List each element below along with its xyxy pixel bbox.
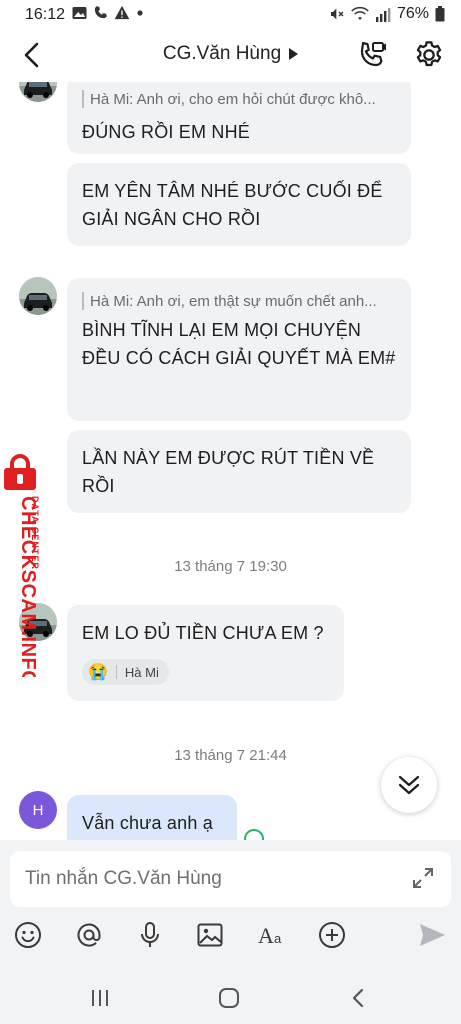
watermark-tagline: DATA CENTER	[30, 496, 40, 570]
microphone-icon	[141, 922, 159, 947]
avatar[interactable]	[19, 82, 57, 102]
message-text: EM YÊN TÂM NHÉ BƯỚC CUỐI ĐỂ GIẢI NGÂN CH…	[82, 181, 383, 229]
voice-button[interactable]	[133, 918, 167, 952]
call-button[interactable]	[356, 39, 388, 71]
back-nav-button[interactable]	[338, 981, 378, 1015]
message-bubble[interactable]: Hà Mi: Anh ơi, em thật sự muốn chết anh.…	[67, 278, 411, 421]
svg-text:A: A	[258, 923, 274, 948]
warning-icon	[114, 5, 130, 20]
status-right: 76%	[329, 5, 445, 23]
chat-header: CG.Văn Hùng	[0, 30, 461, 82]
settings-button[interactable]	[413, 39, 445, 71]
message-text: LẦN NÀY EM ĐƯỢC RÚT TIỀN VỀ RỒI	[82, 448, 375, 496]
my-avatar[interactable]: H	[19, 791, 57, 829]
gear-icon	[416, 41, 442, 67]
reaction-chip[interactable]: 😭 Hà Mi	[82, 659, 169, 685]
reply-quote[interactable]: Hà Mi: Anh ơi, cho em hỏi chút được khô.…	[82, 90, 396, 108]
date-divider: 13 tháng 7 19:30	[174, 558, 287, 575]
mute-icon	[330, 8, 344, 20]
text-format-icon: Aa	[258, 923, 282, 948]
message-text: EM LO ĐỦ TIỀN CHƯA EM ?	[82, 623, 324, 643]
back-nav-icon	[352, 988, 364, 1008]
double-chevron-down-icon	[398, 775, 420, 795]
quote-text: Hà Mi: Anh ơi, cho em hỏi chút được khô.…	[90, 90, 376, 108]
reply-quote[interactable]: Hà Mi: Anh ơi, em thật sự muốn chết anh.…	[82, 292, 396, 310]
battery-level: 76%	[396, 5, 429, 22]
dot-icon	[137, 9, 143, 16]
car-avatar-icon	[19, 82, 57, 102]
message-text: BÌNH TĨNH LẠI EM MỌI CHUYỆN ĐỀU CÓ CÁCH …	[82, 320, 396, 368]
status-bar: 16:12 76%	[0, 0, 461, 30]
composer: Tin nhắn CG.Văn Hùng Aa	[0, 840, 461, 1024]
image-icon	[72, 6, 87, 19]
signal-icon	[375, 7, 391, 22]
quote-bar	[82, 292, 84, 310]
crying-emoji-icon: 😭	[88, 664, 108, 681]
quote-bar	[82, 90, 84, 108]
expand-icon[interactable]	[410, 865, 436, 891]
text-format-button[interactable]: Aa	[256, 918, 290, 952]
status-time: 16:12	[25, 6, 66, 23]
message-bubble[interactable]: Hà Mi: Anh ơi, cho em hỏi chút được khô.…	[67, 82, 411, 154]
chat-title[interactable]: CG.Văn Hùng	[0, 43, 461, 65]
phone-icon	[94, 6, 107, 19]
system-nav-bar	[0, 973, 461, 1024]
quote-text: Hà Mi: Anh ơi, em thật sự muốn chết anh.…	[90, 292, 377, 310]
avatar[interactable]	[19, 277, 57, 315]
message-bubble[interactable]: EM YÊN TÂM NHÉ BƯỚC CUỐI ĐỂ GIẢI NGÂN CH…	[67, 163, 411, 246]
svg-text:a: a	[274, 931, 282, 946]
lock-logo-icon: CHECKSCAM.INFO DATA CENTER	[4, 454, 40, 686]
status-left-icons	[72, 5, 144, 20]
message-text: Vẫn chưa anh ạ	[82, 813, 213, 833]
emoji-icon	[15, 922, 41, 948]
scroll-to-bottom-button[interactable]	[381, 757, 437, 813]
chat-title-text: CG.Văn Hùng	[162, 43, 282, 64]
wifi-icon	[351, 6, 369, 20]
mention-icon	[77, 923, 101, 947]
message-bubble[interactable]: EM LO ĐỦ TIỀN CHƯA EM ?	[67, 605, 344, 701]
message-bubble[interactable]: LẦN NÀY EM ĐƯỢC RÚT TIỀN VỀ RỒI	[67, 430, 411, 513]
message-text: ĐÚNG RỒI EM NHÉ	[82, 122, 251, 142]
checkscam-watermark: CHECKSCAM.INFO DATA CENTER	[2, 452, 50, 686]
message-input[interactable]: Tin nhắn CG.Văn Hùng	[10, 851, 451, 907]
phone-call-icon	[360, 41, 386, 67]
image-icon	[197, 923, 223, 947]
add-icon	[319, 922, 345, 948]
home-icon	[219, 988, 239, 1008]
emoji-button[interactable]	[11, 918, 45, 952]
reaction-user: Hà Mi	[124, 664, 159, 680]
recent-apps-button[interactable]	[80, 981, 120, 1015]
image-button[interactable]	[193, 918, 227, 952]
mention-button[interactable]	[72, 918, 106, 952]
message-list[interactable]: Hà Mi: Anh ơi, cho em hỏi chút được khô.…	[0, 82, 461, 840]
send-button[interactable]	[415, 918, 449, 952]
send-icon	[420, 924, 445, 946]
home-button[interactable]	[209, 981, 249, 1015]
reaction-separator	[115, 665, 117, 679]
car-avatar-icon	[19, 277, 57, 315]
recent-apps-icon	[92, 990, 108, 1006]
add-button[interactable]	[315, 918, 349, 952]
battery-icon	[435, 6, 445, 22]
composer-toolbar: Aa	[0, 918, 461, 962]
play-arrow-icon	[289, 47, 299, 60]
message-input-placeholder: Tin nhắn CG.Văn Hùng	[25, 868, 222, 889]
